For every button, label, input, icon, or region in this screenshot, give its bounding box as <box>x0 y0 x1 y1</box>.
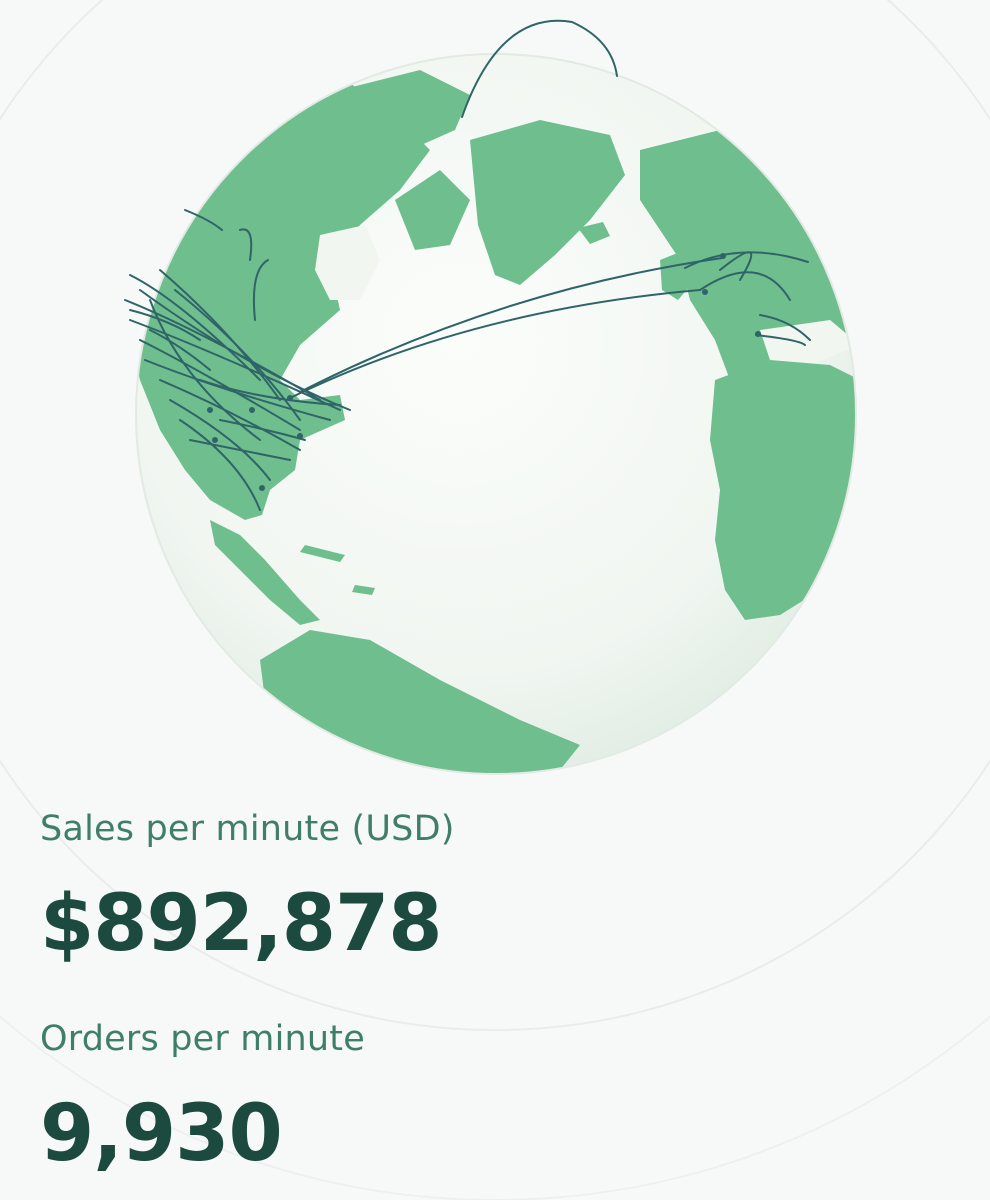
order-point <box>259 485 265 491</box>
order-point <box>287 395 293 401</box>
landmass-africa <box>710 360 856 620</box>
sales-per-minute-value: $892,878 <box>40 879 443 969</box>
order-point <box>720 253 726 259</box>
sales-globe[interactable] <box>0 0 990 800</box>
order-point <box>755 331 761 337</box>
sales-per-minute-label: Sales per minute (USD) <box>40 809 455 849</box>
order-point <box>702 289 708 295</box>
orders-per-minute-label: Orders per minute <box>40 1019 365 1059</box>
live-sales-view: Sales per minute (USD) $892,878 Orders p… <box>0 0 990 1200</box>
order-point <box>212 437 218 443</box>
order-point <box>207 407 213 413</box>
orders-per-minute-value: 9,930 <box>40 1089 283 1179</box>
order-point <box>297 433 303 439</box>
order-point <box>249 407 255 413</box>
